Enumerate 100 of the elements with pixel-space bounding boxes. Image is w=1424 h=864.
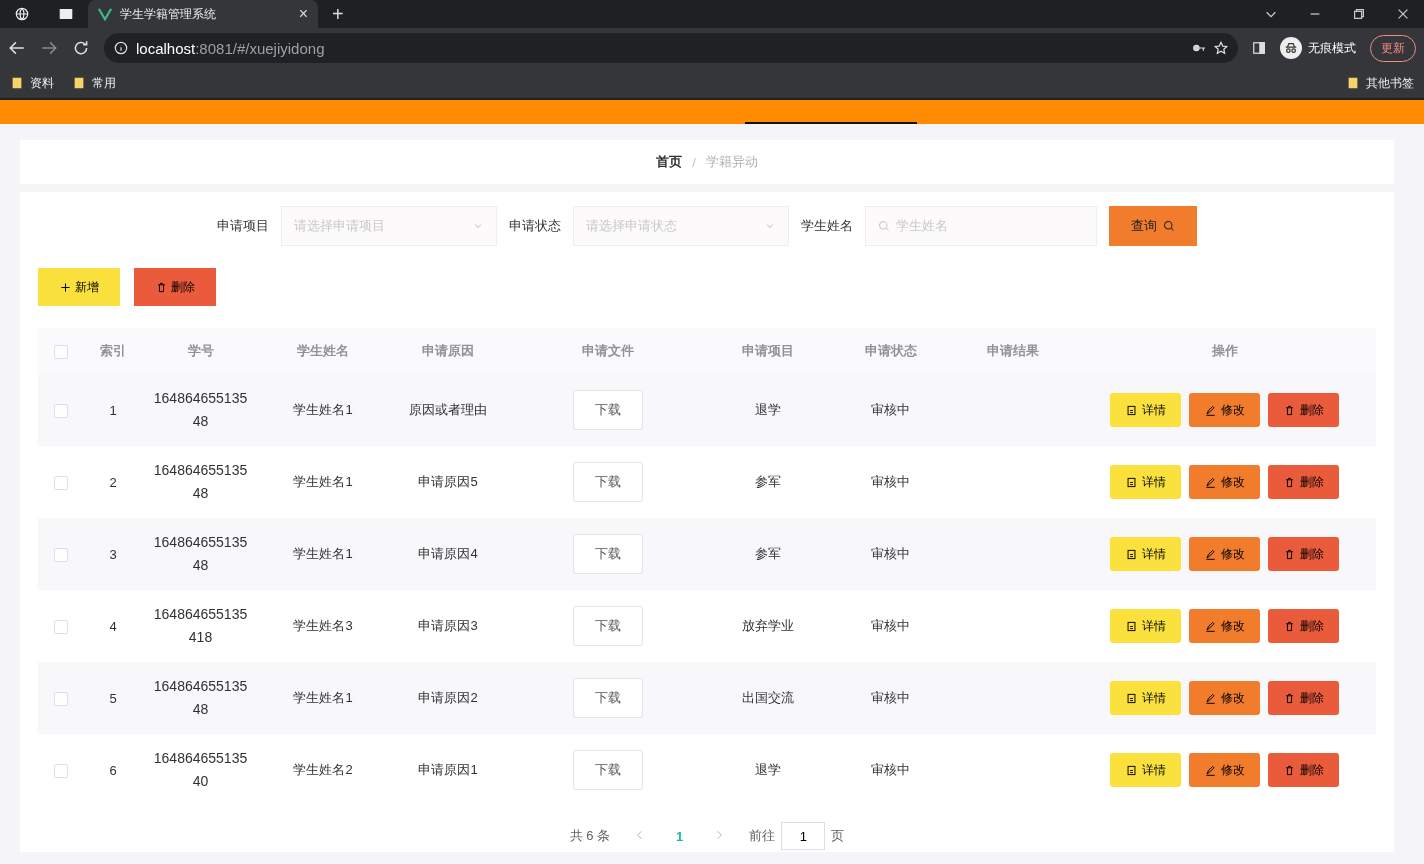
table-cell-text: 16486465513548 [152, 677, 249, 719]
table-cell-text: 164864655135418 [152, 605, 249, 647]
page-suffix: 页 [831, 827, 845, 845]
page-input[interactable]: 1 [781, 822, 826, 850]
other-bookmarks[interactable]: 其他书签 [1366, 74, 1414, 92]
window-icon [59, 7, 73, 21]
delete-button[interactable]: 删除 [1268, 393, 1339, 427]
column-header: 申请原因 [388, 328, 508, 374]
row-checkbox[interactable] [53, 691, 68, 706]
filter-label: 申请状态 [509, 217, 561, 235]
download-button[interactable]: 下载 [573, 534, 643, 574]
browser-tab[interactable]: 学生学籍管理系统 × [88, 0, 318, 28]
search-icon [1163, 220, 1175, 232]
delete-button[interactable]: 删除 [1268, 465, 1339, 499]
info-icon [114, 41, 128, 55]
globe-icon [15, 7, 29, 21]
delete-button[interactable]: 删除 [134, 268, 216, 306]
trash-icon [1283, 548, 1295, 560]
row-checkbox[interactable] [53, 763, 68, 778]
details-button[interactable]: 详情 [1110, 753, 1181, 787]
goto-label: 前往 [749, 827, 776, 845]
column-header: 申请文件 [508, 328, 708, 374]
table-cell: 2 [83, 446, 143, 518]
edit-button[interactable]: 修改 [1189, 537, 1260, 571]
query-button[interactable]: 查询 [1109, 206, 1197, 246]
table-cell: 申请原因3 [388, 590, 508, 662]
column-header: 操作 [1073, 328, 1376, 374]
add-button[interactable]: 新增 [38, 268, 120, 306]
breadcrumb-separator: / [692, 154, 696, 170]
trash-icon [155, 281, 167, 293]
close-icon [1396, 7, 1410, 21]
edit-button[interactable]: 修改 [1189, 609, 1260, 643]
table-cell: 学生姓名3 [258, 590, 388, 662]
table-cell: 申请原因4 [388, 518, 508, 590]
table-cell: 3 [83, 518, 143, 590]
details-button[interactable]: 详情 [1110, 465, 1181, 499]
folder-icon [1346, 76, 1360, 90]
filter-label: 申请项目 [217, 217, 269, 235]
plus-icon [59, 281, 71, 293]
filter-label: 学生姓名 [801, 217, 853, 235]
column-header: 索引 [83, 328, 143, 374]
download-button[interactable]: 下载 [573, 390, 643, 430]
column-header: 学号 [143, 328, 258, 374]
table-cell: 1 [83, 374, 143, 446]
download-button[interactable]: 下载 [573, 606, 643, 646]
delete-button[interactable]: 删除 [1268, 609, 1339, 643]
download-button[interactable]: 下载 [573, 750, 643, 790]
table-cell-text: 16486465513548 [152, 389, 249, 431]
table-cell: 学生姓名1 [258, 374, 388, 446]
table-cell: 原因或者理由 [388, 374, 508, 446]
trash-icon [1283, 404, 1295, 416]
details-button[interactable]: 详情 [1110, 537, 1181, 571]
bookmark[interactable]: 常用 [92, 74, 116, 92]
column-header: 学生姓名 [258, 328, 388, 374]
delete-button[interactable]: 删除 [1268, 753, 1339, 787]
new-tab-button[interactable]: + [332, 2, 344, 26]
breadcrumb-item: 学籍异动 [705, 153, 758, 171]
table-cell: 审核中 [828, 590, 953, 662]
row-checkbox[interactable] [53, 547, 68, 562]
table-cell: 申请原因5 [388, 446, 508, 518]
trash-icon [1283, 620, 1295, 632]
table-cell: 审核中 [828, 662, 953, 734]
trash-icon [1283, 692, 1295, 704]
row-checkbox[interactable] [53, 403, 68, 418]
reload-icon [72, 39, 90, 57]
table-cell: 退学 [708, 374, 828, 446]
column-header: 申请状态 [828, 328, 953, 374]
row-checkbox[interactable] [53, 475, 68, 490]
address-bar[interactable]: localhost:8081/#/xuejiyidong [104, 33, 1238, 63]
details-button[interactable]: 详情 [1110, 681, 1181, 715]
table-cell: 学生姓名1 [258, 662, 388, 734]
close-tab-button[interactable]: × [298, 5, 308, 23]
edit-button[interactable]: 修改 [1189, 465, 1260, 499]
delete-button[interactable]: 删除 [1268, 681, 1339, 715]
table-cell: 4 [83, 590, 143, 662]
breadcrumb-item[interactable]: 首页 [656, 153, 683, 171]
incognito-icon [1284, 41, 1298, 55]
delete-button[interactable]: 删除 [1268, 537, 1339, 571]
details-button[interactable]: 详情 [1110, 393, 1181, 427]
folder-icon [72, 76, 86, 90]
download-button[interactable]: 下载 [573, 678, 643, 718]
column-header: 申请结果 [953, 328, 1073, 374]
edit-button[interactable]: 修改 [1189, 753, 1260, 787]
back-icon [8, 39, 26, 57]
bookmark[interactable]: 资料 [30, 74, 54, 92]
document-icon [1125, 404, 1137, 416]
table-cell-text: 16486465513548 [152, 533, 249, 575]
table-cell: 参军 [708, 518, 828, 590]
row-checkbox[interactable] [53, 619, 68, 634]
edit-button[interactable]: 修改 [1189, 681, 1260, 715]
document-icon [1125, 692, 1137, 704]
download-button[interactable]: 下载 [573, 462, 643, 502]
table-cell: 参军 [708, 446, 828, 518]
edit-button[interactable]: 修改 [1189, 393, 1260, 427]
details-button[interactable]: 详情 [1110, 609, 1181, 643]
document-icon [1125, 620, 1137, 632]
table-cell: 放弃学业 [708, 590, 828, 662]
pencil-icon [1204, 548, 1216, 560]
table-cell: 审核中 [828, 446, 953, 518]
select-all-checkbox[interactable] [53, 344, 68, 359]
